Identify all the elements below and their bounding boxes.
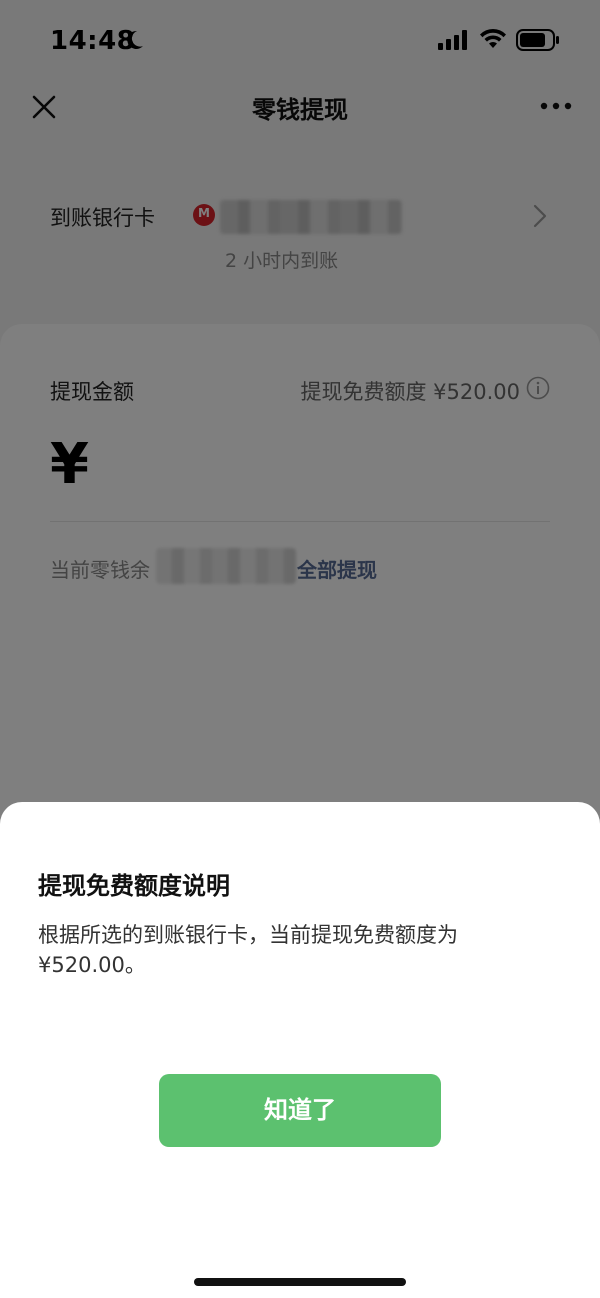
got-it-button[interactable]: 知道了	[159, 1074, 441, 1147]
sheet-description: 根据所选的到账银行卡，当前提现免费额度为¥520.00。	[38, 923, 458, 977]
sheet-title: 提现免费额度说明	[38, 872, 230, 900]
withdraw-page: 14:48 零钱提现 到账	[0, 0, 600, 1298]
free-quota-sheet: 提现免费额度说明 根据所选的到账银行卡，当前提现免费额度为¥520.00。 知道…	[0, 802, 600, 1298]
home-indicator	[194, 1278, 406, 1286]
